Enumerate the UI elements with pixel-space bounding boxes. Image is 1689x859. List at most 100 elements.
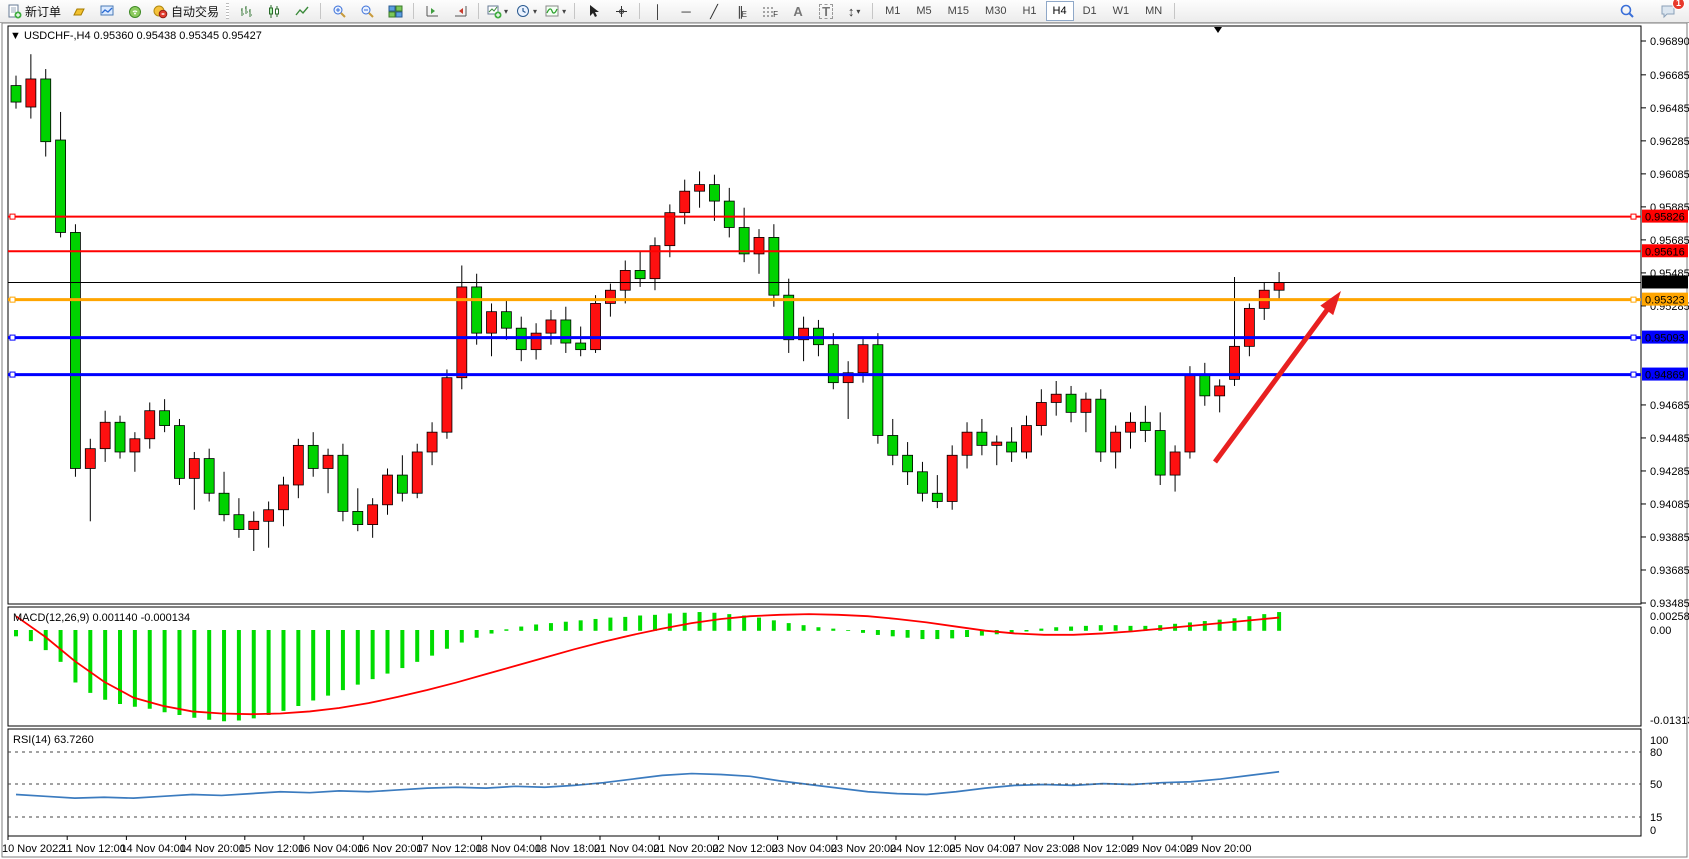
timeframe-H4[interactable]: H4 — [1046, 1, 1074, 21]
line-handle[interactable] — [1631, 214, 1636, 219]
timeframe-M30[interactable]: M30 — [978, 1, 1013, 21]
trendline-button[interactable]: ╱ — [701, 0, 727, 22]
candlestick — [1036, 402, 1046, 425]
equidistant-channel-button[interactable]: ∥E — [729, 0, 755, 22]
clock-icon — [516, 4, 531, 19]
line-handle[interactable] — [10, 297, 15, 302]
line-handle[interactable] — [10, 372, 15, 377]
periods-button[interactable]: ▾ — [513, 0, 540, 22]
fibonacci-button[interactable]: F — [757, 0, 783, 22]
timeframe-MN[interactable]: MN — [1138, 1, 1169, 21]
timeframe-D1[interactable]: D1 — [1076, 1, 1104, 21]
chevron-down-icon: ▾ — [856, 7, 860, 16]
chart-window-frame — [2, 23, 1687, 857]
candlestick — [709, 185, 719, 202]
candlestick — [1274, 282, 1284, 290]
candlestick — [338, 455, 348, 511]
chat-button[interactable]: 1 — [1655, 0, 1681, 22]
candlestick — [1215, 386, 1225, 396]
candlestick — [531, 333, 541, 350]
candlestick — [1021, 426, 1031, 452]
candlestick-chart-button[interactable] — [261, 0, 287, 22]
auto-trading-button[interactable]: 自动交易 — [150, 0, 222, 22]
rsi-level-0: 0 — [1650, 825, 1656, 837]
candlestick — [487, 312, 497, 333]
toolbar-separator — [226, 3, 229, 19]
text-label-icon: T — [819, 4, 833, 19]
candlestick — [561, 320, 571, 343]
new-order-button[interactable]: 新订单 — [4, 0, 64, 22]
zoom-in-button[interactable] — [326, 0, 352, 22]
price-axis-label: 0.94085 — [1650, 499, 1689, 511]
candlestick — [784, 295, 794, 340]
price-axis-label: 0.96485 — [1650, 103, 1689, 115]
candlestick — [264, 510, 274, 522]
candlestick — [888, 435, 898, 455]
candlestick — [70, 232, 80, 468]
chart-shift-button[interactable] — [419, 0, 445, 22]
timeframe-M1[interactable]: M1 — [878, 1, 907, 21]
cursor-button[interactable] — [580, 0, 606, 22]
vertical-line-button[interactable]: │ — [645, 0, 671, 22]
tile-windows-icon — [388, 4, 403, 19]
chart-autoscroll-button[interactable] — [447, 0, 473, 22]
toolbar-separator — [574, 3, 575, 19]
timeframe-W1[interactable]: W1 — [1106, 1, 1137, 21]
time-axis-label: 11 Nov 12:00 — [61, 843, 126, 855]
arrows-icon: ↕ — [848, 5, 855, 18]
crosshair-button[interactable] — [608, 0, 634, 22]
candlestick — [591, 303, 601, 349]
chart-title: USDCHF-,H4 0.95360 0.95438 0.95345 0.954… — [24, 30, 262, 42]
horizontal-line-button[interactable]: ─ — [673, 0, 699, 22]
market-watch-button[interactable] — [94, 0, 120, 22]
collapse-indicator[interactable]: ▼ — [10, 30, 21, 42]
timeframe-M15[interactable]: M15 — [941, 1, 976, 21]
price-tag-label: 0.95826 — [1645, 212, 1685, 224]
cursor-icon — [586, 4, 601, 19]
line-handle[interactable] — [1631, 297, 1636, 302]
candlestick — [174, 426, 184, 479]
candlestick — [1007, 442, 1017, 452]
candlestick — [695, 185, 705, 192]
trendline-icon: ╱ — [710, 5, 718, 18]
timeframe-M5[interactable]: M5 — [909, 1, 938, 21]
tile-windows-button[interactable] — [382, 0, 408, 22]
line-handle[interactable] — [10, 214, 15, 219]
line-handle[interactable] — [1631, 372, 1636, 377]
timeframe-H1[interactable]: H1 — [1015, 1, 1043, 21]
text-button[interactable]: A — [785, 0, 811, 22]
arrows-button[interactable]: ↕▾ — [841, 0, 867, 22]
bar-chart-button[interactable] — [233, 0, 259, 22]
zoom-out-button[interactable] — [354, 0, 380, 22]
line-chart-button[interactable] — [289, 0, 315, 22]
candlestick — [932, 493, 942, 501]
search-icon — [1619, 3, 1635, 19]
candlestick — [293, 445, 303, 485]
candlestick — [635, 270, 645, 278]
chevron-down-icon: ▾ — [562, 7, 566, 16]
line-handle[interactable] — [1631, 335, 1636, 340]
candlestick — [323, 455, 333, 468]
time-axis-label: 14 Nov 20:00 — [180, 843, 245, 855]
search-button[interactable] — [1614, 0, 1640, 22]
line-handle[interactable] — [10, 335, 15, 340]
indicators-button[interactable]: ▾ — [542, 0, 569, 22]
time-axis-label: 17 Nov 12:00 — [416, 843, 481, 855]
candlestick-chart-icon — [267, 4, 282, 19]
candlestick — [1170, 452, 1180, 475]
candlestick — [160, 411, 170, 426]
timeframe-group: M1M5M15M30H1H4D1W1MN — [877, 1, 1170, 21]
candlestick — [145, 411, 155, 439]
toolbar-separator — [639, 3, 640, 19]
text-label-button[interactable]: T — [813, 0, 839, 22]
price-axis-label: 0.96685 — [1650, 70, 1689, 82]
candlestick — [828, 345, 838, 383]
signals-button[interactable] — [122, 0, 148, 22]
profiles-button[interactable] — [66, 0, 92, 22]
profiles-icon — [72, 4, 87, 19]
new-chart-button[interactable]: ▾ — [484, 0, 511, 22]
candlestick — [100, 422, 110, 448]
candlestick — [1081, 399, 1091, 412]
candlestick — [546, 320, 556, 333]
new-order-icon — [7, 4, 22, 19]
